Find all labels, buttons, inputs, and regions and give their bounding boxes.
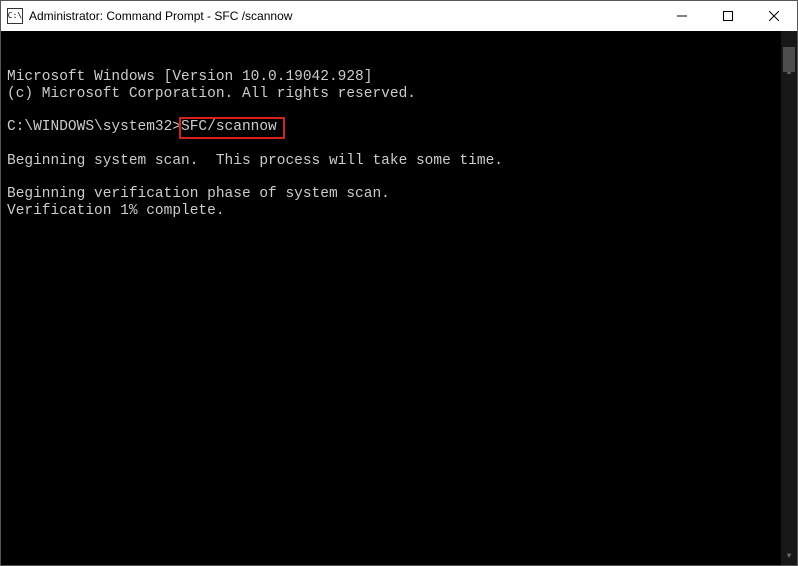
window-controls xyxy=(659,1,797,31)
titlebar[interactable]: C:\ Administrator: Command Prompt - SFC … xyxy=(1,1,797,31)
verification-phase-line: Beginning verification phase of system s… xyxy=(7,186,390,202)
copyright-line: (c) Microsoft Corporation. All rights re… xyxy=(7,86,416,102)
window-title: Administrator: Command Prompt - SFC /sca… xyxy=(29,9,659,23)
scrollbar-thumb[interactable] xyxy=(783,47,795,72)
command-text: SFC/scannow xyxy=(181,119,277,135)
command-prompt-window: C:\ Administrator: Command Prompt - SFC … xyxy=(0,0,798,566)
minimize-button[interactable] xyxy=(659,1,705,31)
close-button[interactable] xyxy=(751,1,797,31)
scan-begin-line: Beginning system scan. This process will… xyxy=(7,153,503,169)
command-highlight: SFC/scannow xyxy=(179,117,285,139)
terminal-content: Microsoft Windows [Version 10.0.19042.92… xyxy=(5,68,793,220)
scrollbar-down-icon[interactable]: ▼ xyxy=(781,549,797,565)
version-line: Microsoft Windows [Version 10.0.19042.92… xyxy=(7,69,372,85)
prompt-path: C:\WINDOWS\system32> xyxy=(7,119,181,135)
close-icon xyxy=(769,11,779,21)
terminal-area[interactable]: Microsoft Windows [Version 10.0.19042.92… xyxy=(1,31,797,565)
minimize-icon xyxy=(677,11,687,21)
app-icon: C:\ xyxy=(7,8,23,24)
verification-progress-line: Verification 1% complete. xyxy=(7,203,225,219)
maximize-button[interactable] xyxy=(705,1,751,31)
maximize-icon xyxy=(723,11,733,21)
scrollbar[interactable]: ▲ ▼ xyxy=(781,31,797,565)
